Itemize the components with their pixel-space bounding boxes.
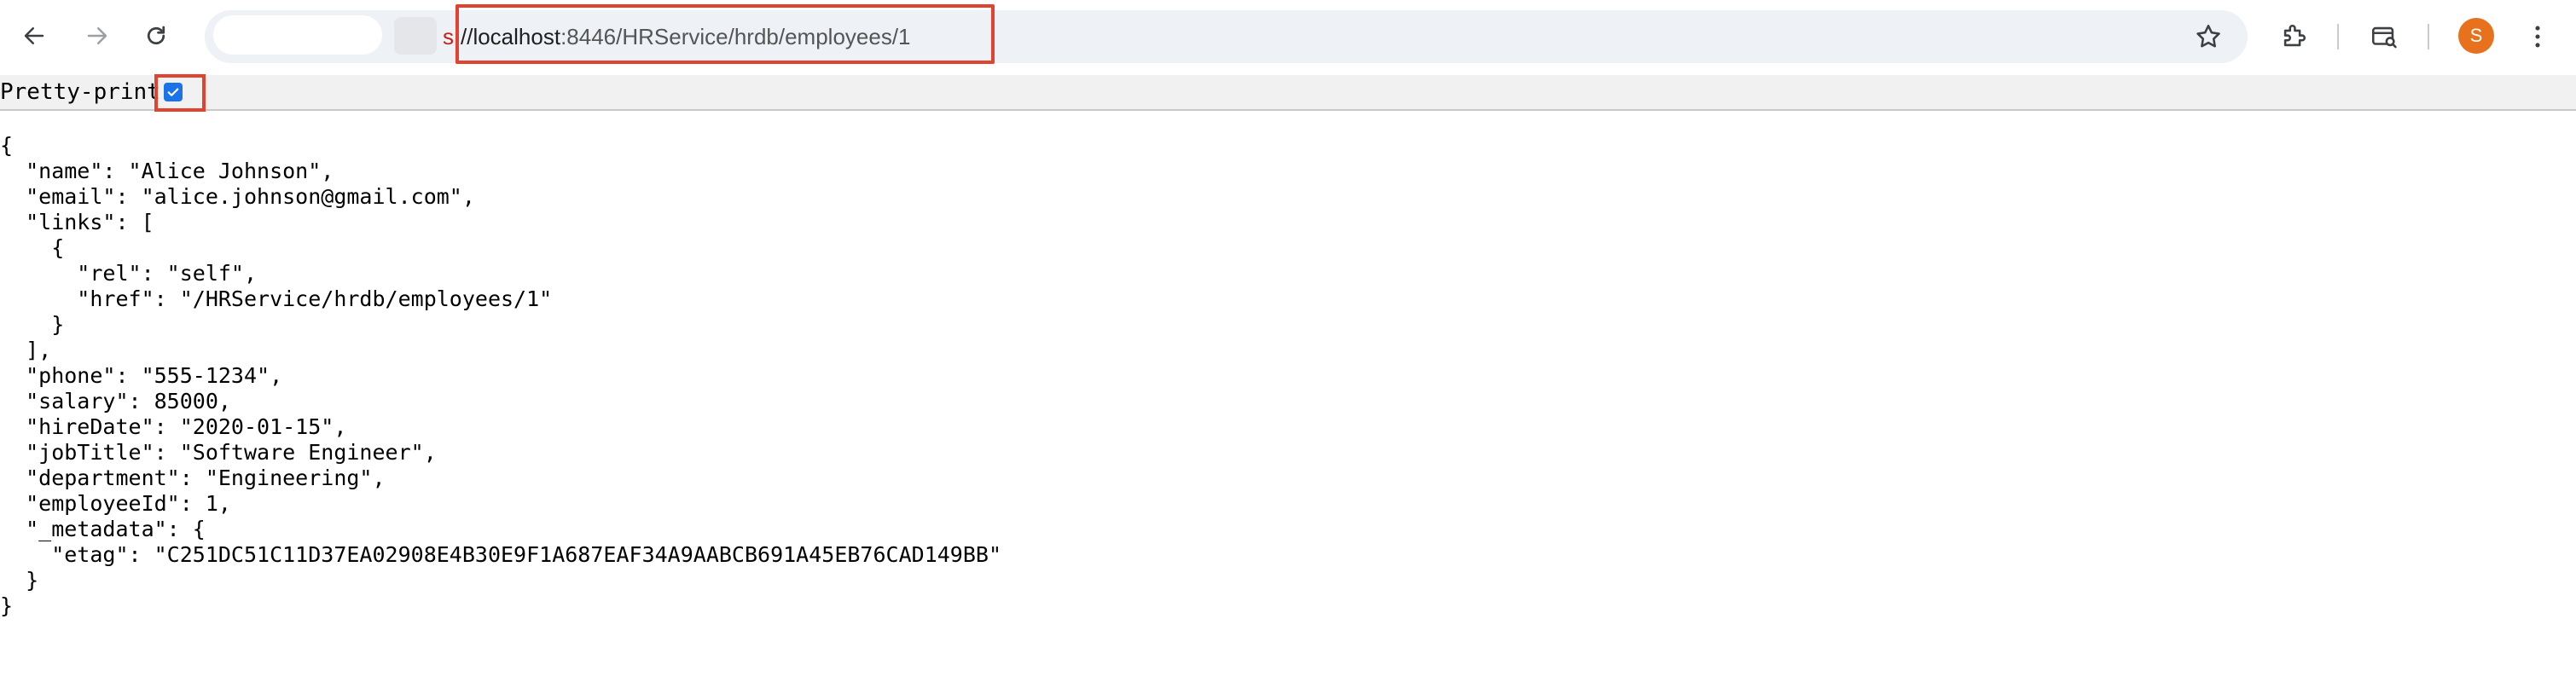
site-info-icon[interactable] <box>394 17 437 55</box>
browser-menu-button[interactable] <box>2518 17 2557 56</box>
back-button[interactable] <box>15 17 53 55</box>
reload-icon <box>147 26 165 45</box>
json-response-body: { "name": "Alice Johnson", "email": "ali… <box>0 133 1001 618</box>
kebab-menu-icon <box>2535 26 2540 48</box>
url-highlight-box <box>455 4 995 64</box>
extensions-button[interactable] <box>2274 17 2313 56</box>
url-scheme-fragment: s <box>443 24 454 49</box>
bookmark-button[interactable] <box>2189 17 2228 56</box>
forward-arrow-icon <box>87 27 107 44</box>
site-chip[interactable] <box>213 15 382 55</box>
browser-toolbar: s //localhost:8446/HRService/hrdb/employ… <box>0 0 2576 73</box>
toolbar-separator <box>2428 24 2429 49</box>
back-arrow-icon <box>24 27 44 44</box>
profile-avatar[interactable]: S <box>2458 18 2494 54</box>
tab-search-icon <box>2371 26 2397 49</box>
toolbar-separator <box>2337 24 2339 49</box>
forward-button[interactable] <box>78 17 116 55</box>
pretty-print-bar: Pretty-print <box>0 75 2576 111</box>
pretty-print-label: Pretty-print <box>0 79 160 105</box>
star-icon <box>2196 24 2220 48</box>
puzzle-icon <box>2283 25 2306 47</box>
checkbox-highlight-box <box>154 74 206 112</box>
tab-search-button[interactable] <box>2364 17 2404 56</box>
reload-button[interactable] <box>137 17 175 55</box>
